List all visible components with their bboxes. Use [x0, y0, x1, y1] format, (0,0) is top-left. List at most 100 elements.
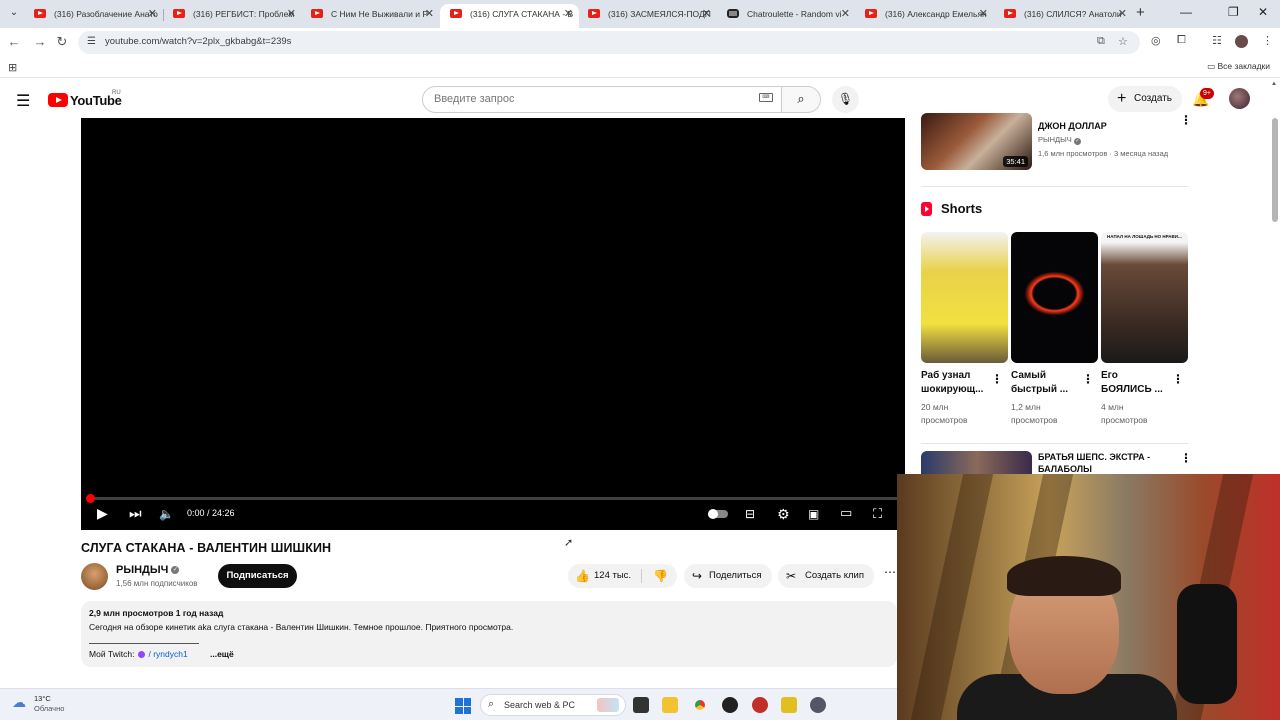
short-thumbnail[interactable]: НАПАЛ НА ЛОШАДЬ НО НРАВИ...: [1101, 232, 1188, 363]
youtube-logo[interactable]: YouTube RU: [48, 90, 122, 108]
file-explorer-icon[interactable]: [662, 697, 678, 713]
search-highlight-image: [597, 698, 619, 712]
browser-menu-icon[interactable]: ⋮: [1262, 34, 1273, 47]
weather-widget[interactable]: 13°C Облачно: [34, 694, 64, 714]
short-title[interactable]: Раб узнал шокирующ...: [921, 369, 991, 397]
settings-gear-icon[interactable]: ⚙: [777, 506, 790, 523]
channel-name[interactable]: РЫНДЫЧ ✓: [116, 564, 180, 576]
close-tab-icon[interactable]: ✕: [979, 4, 988, 24]
short-thumbnail[interactable]: [921, 232, 1008, 363]
short-menu-icon[interactable]: ⋮: [1172, 372, 1184, 386]
short-title[interactable]: Самый быстрый ...: [1011, 369, 1081, 397]
search-input[interactable]: Введите запрос ⌨: [422, 86, 782, 113]
recommended-video-title[interactable]: БРАТЬЯ ШЕПС. ЭКСТРА - БАЛАБОЛЫ: [1038, 451, 1158, 475]
video-menu-icon[interactable]: ⋮: [1180, 451, 1192, 465]
close-tab-icon[interactable]: ✕: [287, 4, 296, 24]
subtitles-icon[interactable]: ⊟: [745, 507, 755, 521]
short-thumbnail[interactable]: [1011, 232, 1098, 363]
app-icon-obs[interactable]: [722, 697, 738, 713]
short-menu-icon[interactable]: ⋮: [991, 372, 1003, 386]
browser-tab[interactable]: (316) ЗАСМЕЯЛСЯ-ПОДП ✕: [578, 4, 717, 28]
video-player[interactable]: ▶ ⏭ 🔈 0:00 / 24:26 ⊟ ⚙ ▣ ▭ ⛶: [81, 118, 905, 530]
app-icon-yellow[interactable]: [781, 697, 797, 713]
reading-list-icon[interactable]: ☷: [1212, 34, 1222, 47]
restore-icon[interactable]: ❐: [1228, 5, 1239, 19]
url-text[interactable]: youtube.com/watch?v=2plx_gkbabg&t=239s: [105, 36, 291, 47]
chrome-icon[interactable]: [692, 697, 708, 713]
voice-search-mic-icon[interactable]: 🎙: [832, 86, 859, 113]
bookmark-star-icon[interactable]: ☆: [1118, 35, 1128, 48]
video-menu-icon[interactable]: ⋮: [1180, 113, 1192, 127]
close-tab-icon[interactable]: ✕: [564, 4, 573, 24]
short-thumbnail-caption: НАПАЛ НА ЛОШАДЬ НО НРАВИ...: [1107, 234, 1182, 239]
recommended-video-title[interactable]: ДЖОН ДОЛЛАР: [1038, 120, 1107, 132]
fullscreen-icon[interactable]: ⛶: [873, 506, 882, 522]
scroll-up-arrow-icon[interactable]: ▲: [1271, 81, 1277, 87]
miniplayer-icon[interactable]: ▣: [808, 507, 819, 521]
taskbar-search[interactable]: ⌕ Search web & PC: [480, 694, 626, 716]
address-bar[interactable]: ☰ youtube.com/watch?v=2plx_gkbabg&t=239s…: [78, 31, 1140, 54]
profile-avatar[interactable]: [1235, 35, 1248, 48]
reload-icon[interactable]: ↻: [54, 34, 70, 50]
share-button[interactable]: ↪ Поделиться: [684, 564, 772, 588]
browser-tab[interactable]: (316) РЕГБИСТ: Проблем ✕: [163, 4, 302, 28]
description-box[interactable]: 2,9 млн просмотров 1 год назад Сегодня н…: [81, 601, 897, 667]
close-tab-icon[interactable]: ✕: [425, 4, 434, 24]
like-count[interactable]: 124 тыс.: [594, 564, 631, 588]
app-icon-gray[interactable]: [810, 697, 826, 713]
youtube-icon: [450, 9, 462, 18]
tab-search-chevron-icon[interactable]: ⌄: [6, 5, 22, 21]
create-clip-button[interactable]: ✂ Создать клип: [778, 564, 874, 588]
windows-start-icon[interactable]: [455, 698, 471, 714]
guide-menu-icon[interactable]: ☰: [16, 91, 30, 111]
close-tab-icon[interactable]: ✕: [841, 4, 850, 24]
show-more-link[interactable]: ...ещё: [210, 649, 234, 659]
progress-bar[interactable]: [86, 494, 897, 503]
new-tab-icon[interactable]: +: [1136, 4, 1145, 21]
close-tab-icon[interactable]: ✕: [148, 4, 157, 24]
dislike-thumb-down-icon[interactable]: 👎: [653, 564, 668, 588]
short-title[interactable]: Его БОЯЛИСЬ ...: [1101, 369, 1165, 397]
subscribe-button[interactable]: Подписаться: [218, 564, 297, 588]
user-avatar[interactable]: [1229, 88, 1250, 109]
app-icon-red[interactable]: [752, 697, 768, 713]
browser-tab[interactable]: (316) Александр Емельян ✕: [855, 4, 994, 28]
recommended-video-thumbnail[interactable]: 35:41: [921, 113, 1032, 170]
scrollbar-thumb[interactable]: [1272, 118, 1278, 222]
scrubber-handle[interactable]: [86, 494, 95, 503]
play-icon[interactable]: ▶: [97, 505, 108, 522]
keyboard-icon[interactable]: ⌨: [759, 93, 773, 102]
forward-icon[interactable]: →: [32, 34, 48, 49]
close-tab-icon[interactable]: ✕: [1118, 4, 1127, 24]
close-window-icon[interactable]: ✕: [1258, 5, 1268, 19]
browser-tab[interactable]: (316) Разоблачение Анато ✕: [24, 4, 163, 28]
notifications-badge: 9+: [1200, 88, 1214, 99]
close-tab-icon[interactable]: ✕: [702, 4, 711, 24]
search-button[interactable]: ⌕: [781, 86, 821, 113]
install-app-icon[interactable]: ⧉: [1097, 35, 1105, 48]
task-view-icon[interactable]: [633, 697, 649, 713]
browser-tab[interactable]: Chatroulette - Random vi ✕: [717, 4, 856, 28]
theater-mode-icon[interactable]: ▭: [840, 505, 852, 521]
section-divider: [921, 443, 1188, 444]
channel-avatar[interactable]: [81, 563, 108, 590]
browser-tab[interactable]: С Ним Не Выживали и Р ✕: [301, 4, 440, 28]
like-thumb-up-icon[interactable]: 👍: [575, 564, 590, 588]
apps-grid-icon[interactable]: ⊞: [8, 61, 17, 74]
more-actions-icon[interactable]: ⋯: [884, 565, 896, 579]
twitch-link[interactable]: / ryndych1: [148, 649, 187, 659]
back-icon[interactable]: ←: [6, 34, 22, 49]
weather-cloud-icon[interactable]: ☁: [12, 694, 26, 711]
create-button[interactable]: + Создать: [1108, 86, 1182, 112]
short-menu-icon[interactable]: ⋮: [1082, 372, 1094, 386]
all-bookmarks[interactable]: ▭ Все закладки: [1207, 61, 1270, 72]
browser-tab[interactable]: (316) СЛИЛСЯ? Анатоли ✕: [994, 4, 1133, 28]
next-video-icon[interactable]: ⏭: [129, 505, 142, 522]
browser-tab-active[interactable]: (316) СЛУГА СТАКАНА - В ✕: [440, 4, 579, 28]
minimize-icon[interactable]: —: [1180, 5, 1192, 19]
site-info-icon[interactable]: ☰: [87, 36, 96, 47]
volume-icon[interactable]: 🔈: [159, 507, 174, 521]
extension-globe-icon[interactable]: ◎: [1151, 34, 1161, 47]
extensions-puzzle-icon[interactable]: ⧠: [1177, 34, 1186, 47]
autoplay-toggle[interactable]: [708, 509, 728, 519]
